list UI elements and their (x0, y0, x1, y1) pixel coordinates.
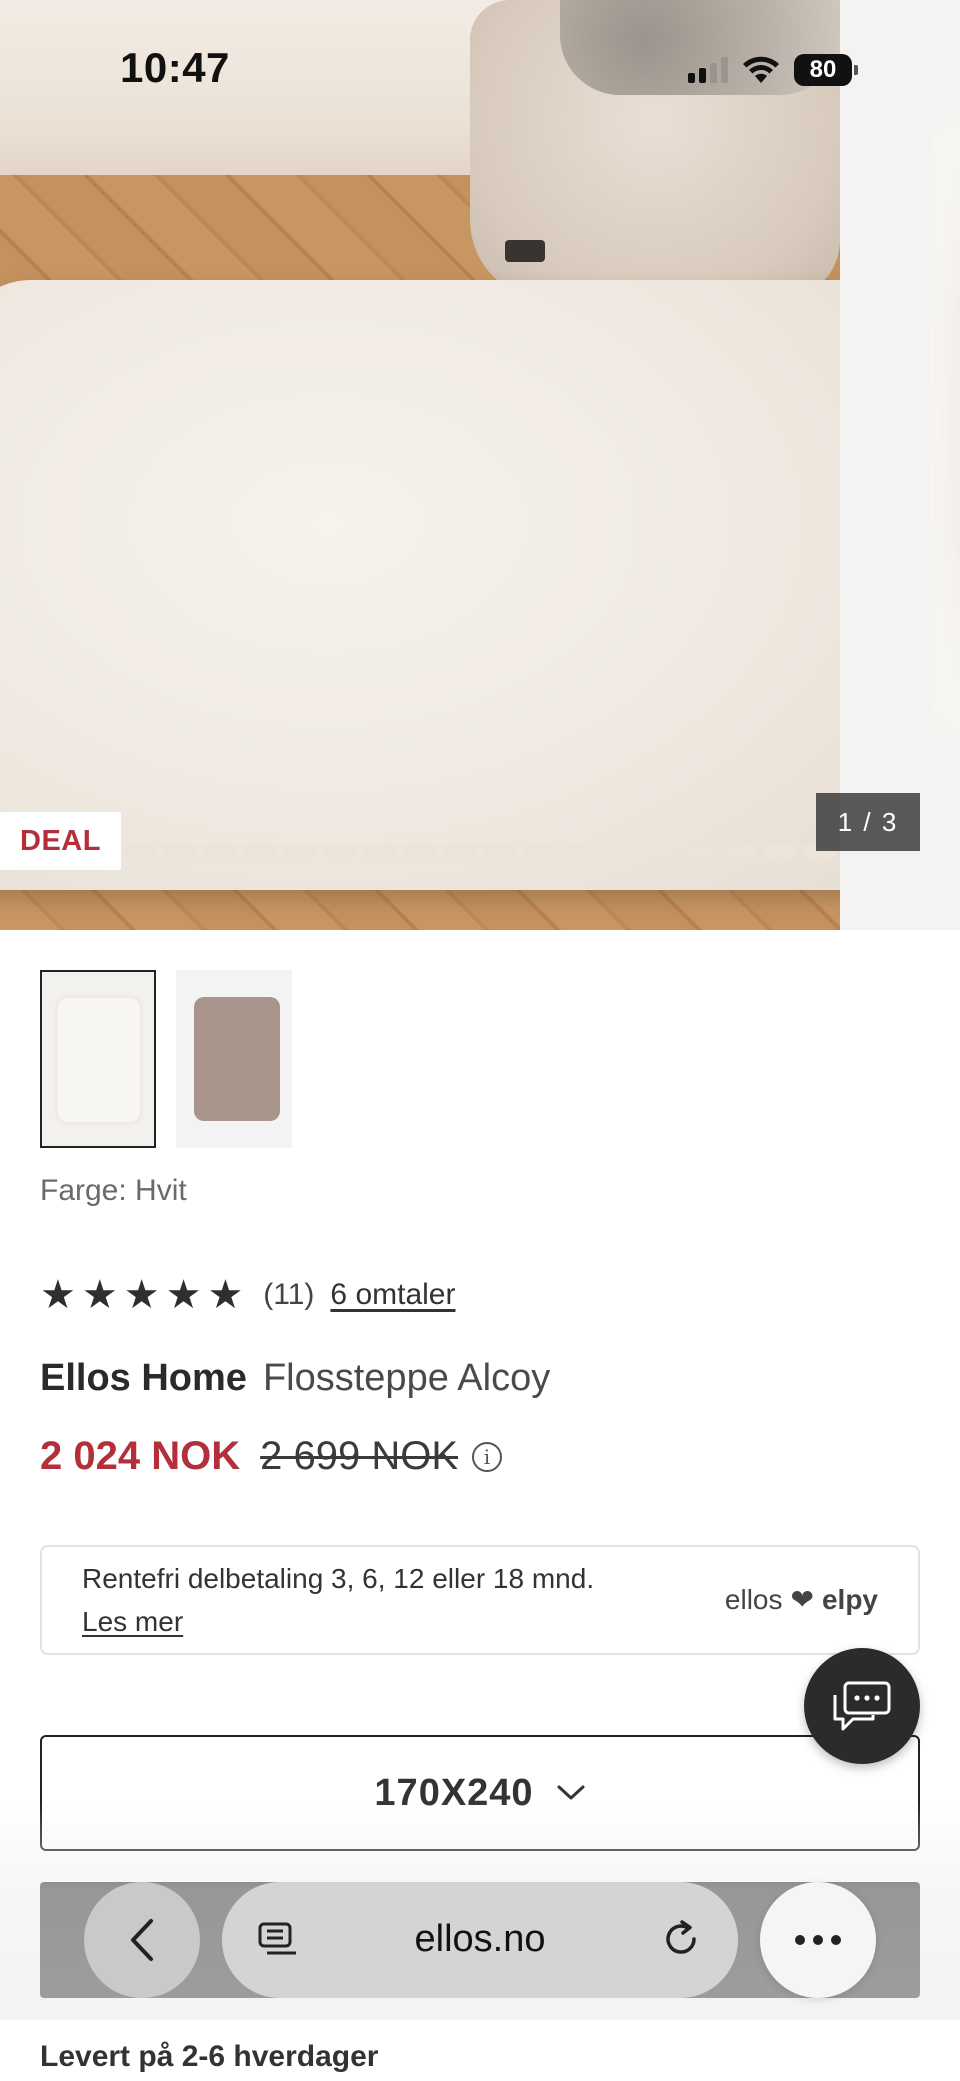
rating-count: (11) (263, 1278, 315, 1311)
star-icon: ★ (40, 1273, 76, 1317)
payment-partner-logo: ellos ❤ elpy (725, 1583, 878, 1616)
info-icon[interactable]: i (472, 1441, 502, 1472)
deal-badge: DEAL (0, 812, 121, 870)
ellos-logo-text: ellos (724, 1583, 783, 1615)
photo-chair-leg (505, 240, 545, 262)
next-slide-peek[interactable] (840, 0, 960, 930)
status-icons: 80 (688, 50, 858, 90)
reload-icon[interactable] (660, 1918, 702, 1965)
rating-row: ★ ★ ★ ★ ★ (11) 6 omtaler (40, 1275, 455, 1315)
price-row: 2 024 NOK 2 699 NOK i (40, 1434, 502, 1479)
more-options-button[interactable] (760, 1882, 876, 1998)
photo-rug (0, 280, 840, 890)
product-name: Flossteppe Alcoy (262, 1357, 551, 1399)
delivery-info: Levert på 2-6 hverdager (40, 2040, 379, 2073)
dot-icon (831, 1935, 841, 1945)
star-icon: ★ (123, 1273, 160, 1317)
star-icon: ★ (207, 1273, 244, 1317)
dot-icon (813, 1935, 823, 1945)
battery-icon: 80 (794, 54, 858, 86)
read-more-link[interactable]: Les mer (82, 1606, 183, 1638)
product-title: Ellos Home Flossteppe Alcoy (40, 1357, 550, 1400)
current-price: 2 024 NOK (40, 1434, 241, 1478)
thumbnail-rug-image (194, 997, 280, 1121)
chevron-left-icon (131, 1919, 153, 1961)
product-photo[interactable] (0, 0, 840, 930)
star-icon: ★ (165, 1273, 202, 1317)
address-bar[interactable]: ellos.no (222, 1882, 738, 1998)
reviews-link[interactable]: 6 omtaler (330, 1278, 455, 1312)
chat-button[interactable] (804, 1648, 920, 1764)
cellular-signal-icon (688, 57, 728, 83)
wifi-icon (743, 56, 779, 83)
star-icon: ★ (81, 1273, 118, 1317)
status-time: 10:47 (120, 44, 230, 91)
browser-back-button[interactable] (84, 1882, 200, 1998)
elpy-logo-text: elpy (821, 1583, 878, 1615)
heart-icon: ❤ (790, 1584, 814, 1615)
original-price: 2 699 NOK (260, 1434, 458, 1478)
star-rating: ★ ★ ★ ★ ★ (40, 1275, 243, 1315)
chat-icon (833, 1681, 891, 1731)
installment-text: Rentefri delbetaling 3, 6, 12 eller 18 m… (82, 1563, 595, 1594)
color-thumbnail-white[interactable] (40, 970, 156, 1148)
thumbnail-rug-image (58, 998, 140, 1122)
slide-counter: 1 / 3 (816, 793, 920, 851)
photo-rug-edge (0, 845, 840, 890)
color-thumbnail-brown[interactable] (176, 970, 292, 1148)
dot-icon (795, 1935, 805, 1945)
installment-info-box: Rentefri delbetaling 3, 6, 12 eller 18 m… (40, 1545, 920, 1655)
product-image-gallery[interactable]: 10:47 80 DEAL 1 / 3 (0, 0, 960, 930)
brand-name[interactable]: Ellos Home (40, 1357, 247, 1399)
color-label: Farge: Hvit (40, 1174, 187, 1207)
